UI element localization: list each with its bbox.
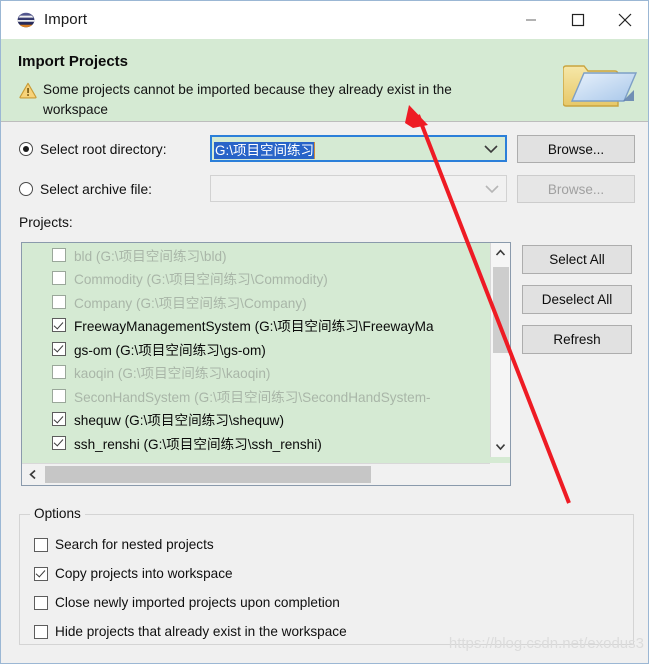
options-group: Options Search for nested projects Copy p… bbox=[19, 506, 634, 645]
project-checkbox[interactable] bbox=[52, 341, 66, 356]
project-checkbox[interactable] bbox=[52, 318, 66, 333]
project-list-item[interactable]: SeconHandSystem (G:\项目空间练习\SecondHandSys… bbox=[22, 384, 491, 408]
project-label: shequw (G:\项目空间练习\shequw) bbox=[74, 413, 285, 429]
refresh-button[interactable]: Refresh bbox=[522, 325, 632, 354]
project-checkbox[interactable] bbox=[52, 388, 66, 403]
project-label: Company (G:\项目空间练习\Company) bbox=[74, 295, 307, 311]
banner-title: Import Projects bbox=[18, 53, 129, 70]
project-label: kaoqin (G:\项目空间练习\kaoqin) bbox=[74, 366, 271, 382]
project-label: Commodity (G:\项目空间练习\Commodity) bbox=[74, 272, 328, 288]
project-list-item[interactable]: FreewayManagementSystem (G:\项目空间练习\Freew… bbox=[22, 314, 491, 338]
projects-list-rows: bld (G:\项目空间练习\bld) Commodity (G:\项目空间练习\… bbox=[22, 243, 491, 457]
option-checkbox[interactable] bbox=[34, 566, 48, 581]
project-label: bld (G:\项目空间练习\bld) bbox=[74, 248, 227, 264]
project-checkbox[interactable] bbox=[52, 365, 66, 380]
option-label: Search for nested projects bbox=[55, 537, 214, 552]
root-directory-label: Select root directory: bbox=[40, 141, 167, 157]
dialog-body: Select root directory: G:\项目空间练习 Browse.… bbox=[1, 122, 648, 663]
project-label: SeconHandSystem (G:\项目空间练习\SecondHandSys… bbox=[74, 389, 431, 405]
scroll-left-arrow-icon[interactable] bbox=[22, 464, 44, 485]
option-checkbox[interactable] bbox=[34, 537, 48, 552]
root-directory-combo[interactable]: G:\项目空间练习 bbox=[210, 135, 507, 162]
scroll-down-arrow-icon[interactable] bbox=[491, 437, 510, 457]
title-bar-left: Import bbox=[1, 11, 87, 29]
select-all-button[interactable]: Select All bbox=[522, 245, 632, 274]
scrollbar-corner bbox=[490, 463, 510, 485]
option-checkbox[interactable] bbox=[34, 595, 48, 610]
horizontal-scroll-thumb[interactable] bbox=[45, 466, 371, 483]
folder-icon bbox=[562, 53, 641, 117]
option-label: Close newly imported projects upon compl… bbox=[55, 595, 340, 610]
project-checkbox[interactable] bbox=[52, 412, 66, 427]
projects-vertical-scrollbar[interactable] bbox=[490, 243, 510, 457]
option-row[interactable]: Search for nested projects bbox=[34, 537, 214, 552]
root-directory-value-wrap[interactable]: G:\项目空间练习 bbox=[212, 139, 477, 159]
project-list-item[interactable]: Commodity (G:\项目空间练习\Commodity) bbox=[22, 267, 491, 291]
window-controls bbox=[507, 1, 648, 38]
project-list-item[interactable]: shequw (G:\项目空间练习\shequw) bbox=[22, 408, 491, 432]
maximize-button[interactable] bbox=[554, 1, 601, 38]
deselect-all-button[interactable]: Deselect All bbox=[522, 285, 632, 314]
chevron-down-icon-disabled bbox=[478, 184, 506, 194]
minimize-button[interactable] bbox=[507, 1, 554, 38]
project-label: FreewayManagementSystem (G:\项目空间练习\Freew… bbox=[74, 319, 434, 335]
option-checkbox[interactable] bbox=[34, 624, 48, 639]
option-row[interactable]: Copy projects into workspace bbox=[34, 566, 233, 581]
archive-file-label: Select archive file: bbox=[40, 181, 152, 197]
option-row[interactable]: Close newly imported projects upon compl… bbox=[34, 595, 340, 610]
close-button[interactable] bbox=[601, 1, 648, 38]
project-label: ssh_renshi (G:\项目空间练习\ssh_renshi) bbox=[74, 436, 322, 452]
project-checkbox[interactable] bbox=[52, 435, 66, 450]
project-list-item[interactable]: kaoqin (G:\项目空间练习\kaoqin) bbox=[22, 361, 491, 385]
banner: Import Projects Some projects cannot be … bbox=[1, 39, 648, 122]
project-list-item[interactable]: gs-om (G:\项目空间练习\gs-om) bbox=[22, 337, 491, 361]
archive-file-combo bbox=[210, 175, 507, 202]
eclipse-icon bbox=[17, 11, 35, 29]
projects-horizontal-scrollbar[interactable] bbox=[22, 463, 510, 485]
project-list-item[interactable]: bld (G:\项目空间练习\bld) bbox=[22, 243, 491, 267]
project-checkbox[interactable] bbox=[52, 271, 66, 286]
root-directory-browse-button[interactable]: Browse... bbox=[517, 135, 635, 163]
project-list-item[interactable]: Company (G:\项目空间练习\Company) bbox=[22, 290, 491, 314]
root-directory-radio[interactable] bbox=[19, 142, 33, 156]
banner-message: Some projects cannot be imported because… bbox=[43, 82, 452, 117]
project-checkbox[interactable] bbox=[52, 294, 66, 309]
option-label: Hide projects that already exist in the … bbox=[55, 624, 347, 639]
title-bar: Import bbox=[1, 1, 648, 39]
warning-icon bbox=[19, 82, 37, 99]
projects-list[interactable]: bld (G:\项目空间练习\bld) Commodity (G:\项目空间练习\… bbox=[21, 242, 511, 486]
scroll-up-arrow-icon[interactable] bbox=[491, 243, 510, 263]
import-dialog: Import Import Projects Some projects can… bbox=[0, 0, 649, 664]
option-row[interactable]: Hide projects that already exist in the … bbox=[34, 624, 347, 639]
archive-file-browse-button: Browse... bbox=[517, 175, 635, 203]
archive-file-radio[interactable] bbox=[19, 182, 33, 196]
project-list-item[interactable]: ssh_renshi (G:\项目空间练习\ssh_renshi) bbox=[22, 431, 491, 455]
vertical-scroll-thumb[interactable] bbox=[493, 267, 509, 353]
chevron-down-icon[interactable] bbox=[477, 144, 505, 154]
window-title: Import bbox=[44, 11, 88, 28]
options-legend: Options bbox=[30, 506, 85, 521]
projects-label: Projects: bbox=[19, 215, 73, 230]
option-label: Copy projects into workspace bbox=[55, 566, 233, 581]
watermark: https://blog.csdn.net/exodus3 bbox=[448, 635, 644, 652]
project-checkbox[interactable] bbox=[52, 247, 66, 262]
project-label: gs-om (G:\项目空间练习\gs-om) bbox=[74, 342, 266, 358]
root-directory-value: G:\项目空间练习 bbox=[214, 141, 316, 159]
